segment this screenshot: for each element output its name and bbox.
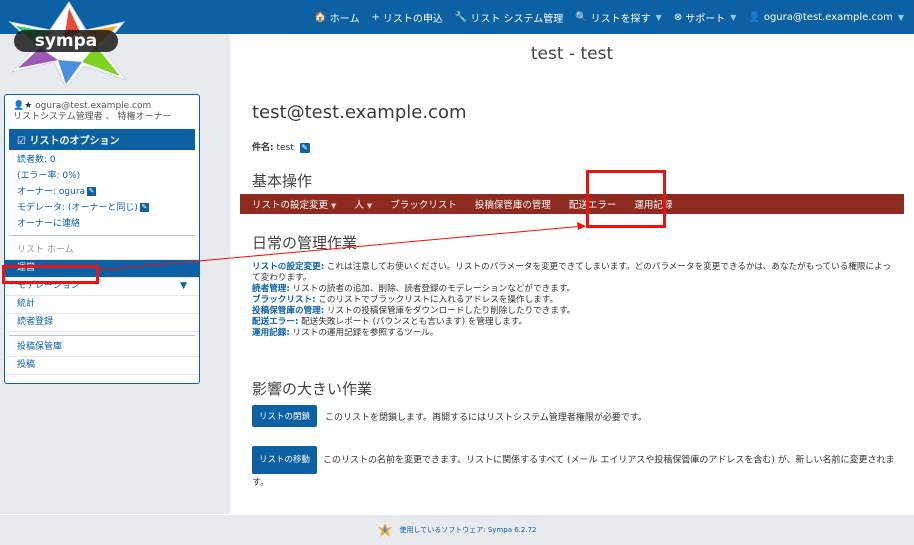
owner-label: オーナー: ogura xyxy=(17,187,86,197)
sidebar-item-list-home[interactable]: リスト ホーム xyxy=(5,242,199,260)
footer: 使用しているソフトウェア: Sympa 6.2.72 xyxy=(0,515,914,545)
op-archive-management[interactable]: 投稿保管庫の管理 xyxy=(475,197,551,211)
desc-text: リストの読者の追加、削除、読者登録のモデレーションなどができます。 xyxy=(292,284,576,294)
subscriber-count: 読者数: 0 xyxy=(17,155,56,165)
sidebar-user-info: 👤★ ogura@test.example.com リストシステム管理者 、 特… xyxy=(5,95,199,127)
move-list-text: このリストの名前を変更できます。リストに関係するすべて (メール エイリアスや投… xyxy=(252,455,895,489)
op-people-label: 人 xyxy=(354,200,364,211)
op-people[interactable]: 人 ▼ xyxy=(354,197,372,211)
sidebar-item-subscribe[interactable]: 読者登録 xyxy=(5,314,199,332)
user-icon: 👤 xyxy=(13,101,25,111)
sidebar-divider xyxy=(9,335,195,336)
plus-icon: + xyxy=(371,11,380,23)
list-address-heading: test@test.example.com xyxy=(252,102,467,123)
nav-admin-label: リスト システム管理 xyxy=(470,13,564,25)
svg-text:sympa: sympa xyxy=(35,31,98,51)
annotation-highlight-bounces xyxy=(586,170,666,228)
page-title: test - test xyxy=(530,44,614,64)
owner-row: オーナー: ogura ✎ xyxy=(5,184,199,200)
nav-home[interactable]: 🏠 ホーム xyxy=(314,10,359,25)
high-impact-heading: 影響の大きい作業 xyxy=(252,380,373,398)
nav-search-lists[interactable]: 🔍 リストを探す ▼ xyxy=(575,10,662,25)
sidebar-item-stats[interactable]: 統計 xyxy=(5,296,199,314)
chevron-down-icon: ▼ xyxy=(655,12,662,22)
admin-operations-bar: リストの設定変更 ▼ 人 ▼ ブラックリスト 投稿保管庫の管理 配送エラー 運用記録 xyxy=(240,194,904,214)
star-icon: ★ xyxy=(24,101,33,111)
edit-moderator-icon[interactable]: ✎ xyxy=(139,203,149,212)
chevron-down-icon: ▼ xyxy=(331,202,337,210)
nav-system-admin[interactable]: 🔧 リスト システム管理 xyxy=(455,10,563,25)
daily-tasks-heading: 日常の管理作業 xyxy=(252,234,358,252)
list-options-icon: ☑ xyxy=(17,136,26,147)
desc-text: これは注意してお使いください。リストのパラメータを変更できてしまいます。どのパラ… xyxy=(252,262,892,283)
home-icon: 🏠 xyxy=(314,11,327,23)
close-list-text: このリストを閉鎖します。再開するにはリストシステム管理者権限が必要です。 xyxy=(325,412,647,423)
user-icon: 👤 xyxy=(748,11,761,23)
lifebuoy-icon: ⊗ xyxy=(673,11,683,23)
error-rate: (エラー率: 0%) xyxy=(17,171,81,181)
sidebar-user-email: ogura@test.example.com xyxy=(35,101,152,111)
list-subject: 件名: test ✎ xyxy=(252,140,310,153)
list-options-label: リストのオプション xyxy=(29,136,120,147)
basic-operations-heading: 基本操作 xyxy=(252,172,313,190)
desc-term[interactable]: 配送エラー: xyxy=(252,317,298,327)
search-icon: 🔍 xyxy=(575,11,588,23)
desc-text: リストの運用記録を参照するツール。 xyxy=(292,328,439,338)
sympa-small-logo-icon xyxy=(378,523,393,537)
desc-term[interactable]: リストの設定変更: xyxy=(252,262,324,272)
desc-subscribers: 読者管理: リストの読者の追加、削除、読者登録のモデレーションなどができます。 xyxy=(252,284,892,295)
edit-subject-icon[interactable]: ✎ xyxy=(299,142,310,153)
desc-archives: 投稿保管庫の管理: リストの投稿保管庫をダウンロードしたり削除したりできます。 xyxy=(252,306,892,317)
move-list-button[interactable]: リストの移動 xyxy=(252,446,318,474)
list-sidebar: 👤★ ogura@test.example.com リストシステム管理者 、 特… xyxy=(4,94,200,384)
subject-value: test xyxy=(276,143,294,153)
nav-user-label: ogura@test.example.com xyxy=(763,11,893,23)
desc-term[interactable]: 運用記録: xyxy=(252,328,290,338)
desc-logs: 運用記録: リストの運用記録を参照するツール。 xyxy=(252,328,892,339)
desc-list-config: リストの設定変更: これは注意してお使いください。リストのパラメータを変更できて… xyxy=(252,262,892,284)
wrench-icon: 🔧 xyxy=(454,11,468,23)
top-nav-items: 🏠 ホーム + リストの申込 🔧 リスト システム管理 🔍 リストを探す ▼ ⊗… xyxy=(314,0,904,34)
op-list-config-label: リストの設定変更 xyxy=(252,200,329,211)
footer-software-link[interactable]: 使用しているソフトウェア: Sympa 6.2.72 xyxy=(399,525,536,535)
sympa-logo[interactable]: sympa xyxy=(4,0,134,90)
nav-home-label: ホーム xyxy=(329,13,360,25)
nav-support[interactable]: ⊗ サポート ▼ xyxy=(674,10,737,25)
desc-term[interactable]: 投稿保管庫の管理: xyxy=(252,306,324,316)
chevron-down-icon: ▼ xyxy=(180,281,187,291)
annotation-highlight-admin xyxy=(2,265,99,284)
desc-blacklist: ブラックリスト: このリストでブラックリストに入れるアドレスを操作します。 xyxy=(252,295,892,306)
daily-tasks-descriptions: リストの設定変更: これは注意してお使いください。リストのパラメータを変更できて… xyxy=(252,262,892,339)
list-options-header: ☑ リストのオプション xyxy=(9,129,195,150)
desc-text: リストの投稿保管庫をダウンロードしたり削除したりできます。 xyxy=(326,306,576,316)
top-navbar: 🏠 ホーム + リストの申込 🔧 リスト システム管理 🔍 リストを探す ▼ ⊗… xyxy=(0,0,914,34)
sidebar-user-roles: リストシステム管理者 、 特権オーナー xyxy=(13,112,172,122)
desc-text: 配送失敗レポート (バウンスとも言います) を管理します。 xyxy=(301,317,528,327)
op-list-config[interactable]: リストの設定変更 ▼ xyxy=(252,197,336,211)
contact-owner-link[interactable]: オーナーに連絡 xyxy=(5,216,199,232)
chevron-down-icon: ▼ xyxy=(897,12,904,22)
close-list-row: リストの閉鎖 このリストを閉鎖します。再開するにはリストシステム管理者権限が必要… xyxy=(252,405,902,427)
nav-support-label: サポート xyxy=(685,13,726,25)
desc-term[interactable]: ブラックリスト: xyxy=(252,295,316,305)
nav-user-menu[interactable]: 👤 ogura@test.example.com ▼ xyxy=(748,12,904,23)
move-list-row: リストの移動 このリストの名前を変更できます。リストに関係するすべて (メール エ… xyxy=(252,446,902,492)
nav-search-label: リストを探す xyxy=(590,13,651,25)
moderator-row: モデレータ: (オーナーと同じ) ✎ xyxy=(5,200,199,216)
close-list-button[interactable]: リストの閉鎖 xyxy=(252,405,318,427)
sidebar-item-post[interactable]: 投稿 xyxy=(5,357,199,375)
moderator-label: モデレータ: (オーナーと同じ) xyxy=(17,203,138,213)
chevron-down-icon: ▼ xyxy=(366,202,373,210)
desc-bounces: 配送エラー: 配送失敗レポート (バウンスとも言います) を管理します。 xyxy=(252,317,892,328)
nav-request-label: リストの申込 xyxy=(382,13,443,25)
desc-term[interactable]: 読者管理: xyxy=(252,284,290,294)
desc-text: このリストでブラックリストに入れるアドレスを操作します。 xyxy=(318,295,559,305)
op-blacklist[interactable]: ブラックリスト xyxy=(390,197,457,211)
subject-label: 件名: xyxy=(252,143,274,153)
sidebar-item-archives[interactable]: 投稿保管庫 xyxy=(5,339,199,357)
sidebar-divider xyxy=(9,235,195,236)
nav-request-list[interactable]: + リストの申込 xyxy=(371,10,442,25)
edit-owner-icon[interactable]: ✎ xyxy=(87,187,97,196)
chevron-down-icon: ▼ xyxy=(730,12,737,22)
